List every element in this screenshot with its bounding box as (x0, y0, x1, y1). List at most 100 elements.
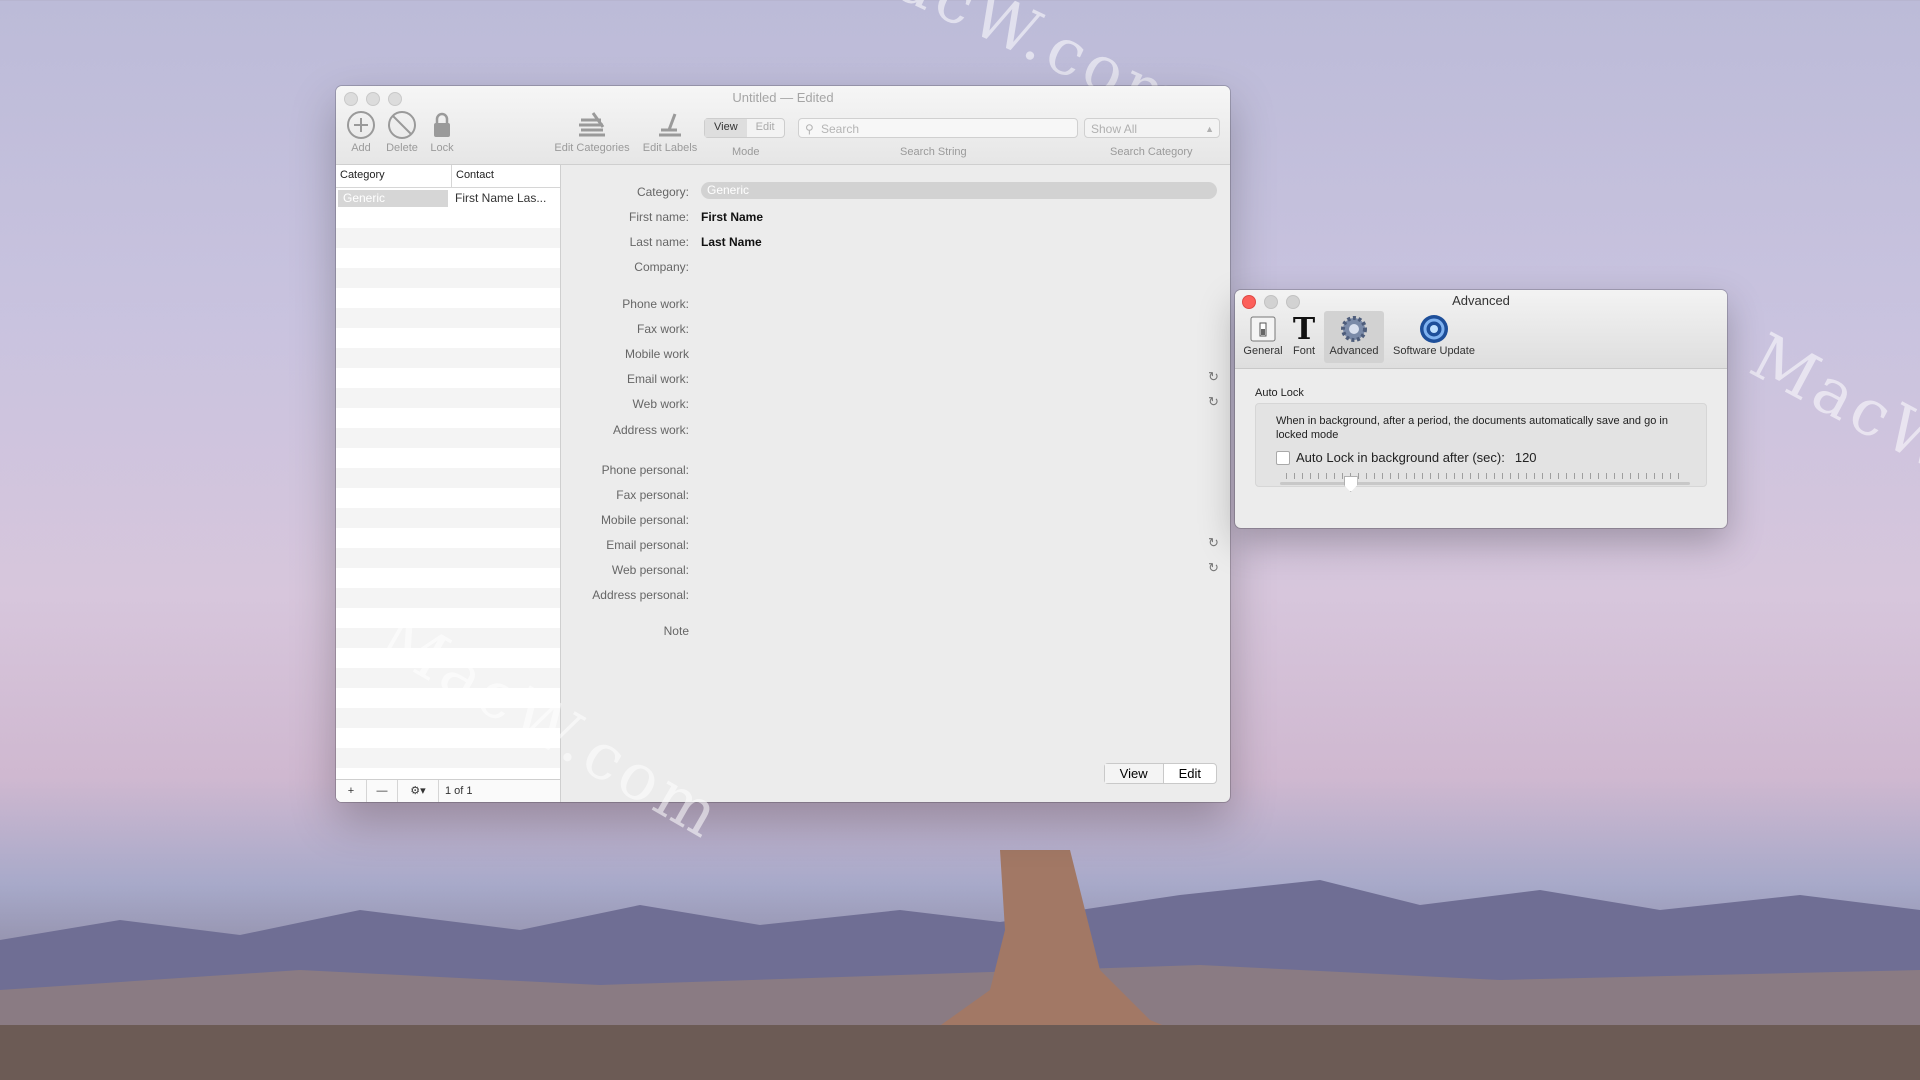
edit-labels-icon (659, 113, 681, 137)
gear-icon: ⚙▾ (410, 785, 426, 797)
preferences-title: Advanced (1452, 293, 1510, 308)
last-name-value[interactable]: Last Name (701, 235, 762, 249)
mobile-work-label: Mobile work (624, 347, 689, 361)
view-edit-control: View Edit (1103, 763, 1217, 784)
desktop-landscape (0, 850, 1920, 1080)
font-icon: T (1292, 311, 1316, 347)
edit-categories-label: Edit Categories (554, 142, 630, 154)
category-field-label: Category: (636, 185, 689, 199)
mode-view-segment[interactable]: View (705, 119, 747, 137)
contact-detail: Category: Generic First name: First Name… (561, 165, 1230, 802)
switch-icon (1250, 316, 1276, 342)
search-category-label: Search Category (1110, 146, 1193, 158)
edit-labels-label: Edit Labels (642, 142, 698, 154)
toolbar: Untitled — Edited Add Delete Lock Edit C… (336, 86, 1230, 165)
tab-advanced[interactable]: Advanced (1324, 311, 1384, 363)
preferences-window: Advanced General T Font Advanced Softwar… (1235, 290, 1727, 528)
delete-label: Delete (386, 142, 418, 154)
auto-lock-checkbox-label: Auto Lock in background after (sec): (1296, 450, 1505, 465)
tab-advanced-label: Advanced (1329, 345, 1379, 357)
window-title: Untitled — Edited (732, 90, 834, 105)
watermark: MacW.c (1738, 319, 1920, 515)
address-work-label: Address work: (612, 423, 689, 437)
first-name-label: First name: (628, 210, 689, 224)
tab-software-update[interactable]: Software Update (1388, 311, 1480, 363)
tab-font-label: Font (1292, 345, 1315, 357)
tab-font[interactable]: T Font (1286, 311, 1322, 363)
tab-general[interactable]: General (1241, 311, 1285, 363)
update-icon (1420, 315, 1448, 343)
list-footer: + — ⚙▾ 1 of 1 (336, 779, 560, 802)
preferences-toolbar: Advanced General T Font Advanced Softwar… (1235, 290, 1727, 369)
auto-lock-group: When in background, after a period, the … (1255, 403, 1707, 492)
phone-personal-label: Phone personal: (601, 463, 689, 477)
slider-thumb[interactable] (1343, 476, 1358, 492)
phone-work-label: Phone work: (622, 297, 689, 311)
last-name-label: Last name: (629, 235, 689, 249)
auto-lock-slider[interactable] (1280, 473, 1690, 492)
tab-software-update-label: Software Update (1393, 345, 1475, 357)
prohibit-icon (388, 111, 416, 139)
gear-icon (1341, 316, 1367, 342)
preferences-content: Auto Lock When in background, after a pe… (1235, 369, 1727, 505)
web-work-label: Web work: (632, 397, 689, 411)
search-category-value: Show All (1091, 122, 1138, 136)
mode-label: Mode (732, 146, 760, 158)
updown-chevron-icon: ▲ (1205, 124, 1214, 134)
lock-button[interactable]: Lock (424, 110, 460, 154)
edit-button[interactable]: Edit (1164, 764, 1216, 783)
auto-lock-group-title: Auto Lock (1255, 387, 1304, 399)
view-button[interactable]: View (1104, 764, 1164, 783)
list-row[interactable]: Generic First Name Las... (336, 188, 560, 208)
auto-lock-row: Auto Lock in background after (sec): 120 (1276, 450, 1688, 465)
auto-lock-checkbox[interactable] (1276, 450, 1290, 465)
mobile-personal-label: Mobile personal: (600, 513, 689, 527)
auto-lock-description: When in background, after a period, the … (1276, 415, 1668, 441)
lock-icon (434, 112, 450, 137)
search-category-select[interactable]: Show All ▲ (1084, 118, 1220, 138)
search-icon: ⚲ (805, 122, 814, 136)
row-category: Generic (338, 189, 448, 207)
fax-work-label: Fax work: (636, 322, 689, 336)
tab-general-label: General (1243, 345, 1283, 357)
edit-categories-icon (579, 112, 605, 137)
add-row-button[interactable]: + (336, 780, 367, 802)
contact-list: Category Contact Generic First Name Las.… (336, 165, 561, 802)
email-work-label: Email work: (626, 372, 689, 386)
page-indicator: 1 of 1 (445, 785, 473, 797)
auto-lock-seconds-value: 120 (1514, 450, 1537, 465)
email-personal-label: Email personal: (606, 538, 689, 552)
address-personal-label: Address personal: (592, 588, 689, 602)
column-header-category[interactable]: Category (336, 165, 452, 187)
list-header: Category Contact (336, 165, 560, 188)
search-input[interactable]: ⚲ Search (798, 118, 1078, 138)
search-placeholder: Search (821, 122, 860, 136)
mode-segmented-control: View Edit (704, 118, 785, 138)
edit-labels-button[interactable]: Edit Labels (638, 110, 702, 154)
refresh-icon[interactable]: ↻ (1208, 369, 1219, 385)
refresh-icon[interactable]: ↻ (1208, 560, 1219, 576)
lock-label: Lock (430, 142, 454, 154)
row-contact: First Name Las... (455, 191, 547, 205)
slider-track (1280, 482, 1690, 485)
remove-row-button[interactable]: — (367, 780, 398, 802)
mode-edit-segment[interactable]: Edit (747, 119, 784, 137)
web-personal-label: Web personal: (611, 563, 689, 577)
gear-menu-button[interactable]: ⚙▾ (398, 780, 439, 802)
fax-personal-label: Fax personal: (616, 488, 689, 502)
refresh-icon[interactable]: ↻ (1208, 394, 1219, 410)
main-window: Untitled — Edited Add Delete Lock Edit C… (336, 86, 1230, 802)
add-button[interactable]: Add (342, 110, 380, 154)
add-label: Add (351, 142, 371, 154)
category-value[interactable]: Generic (701, 182, 1217, 199)
refresh-icon[interactable]: ↻ (1208, 535, 1219, 551)
note-label: Note (663, 624, 689, 638)
column-header-contact[interactable]: Contact (452, 165, 558, 187)
search-string-label: Search String (900, 146, 967, 158)
empty-rows (336, 208, 560, 768)
add-icon (347, 111, 375, 139)
delete-button[interactable]: Delete (382, 110, 422, 154)
company-label: Company: (634, 260, 689, 274)
first-name-value[interactable]: First Name (701, 210, 763, 224)
edit-categories-button[interactable]: Edit Categories (550, 110, 634, 154)
